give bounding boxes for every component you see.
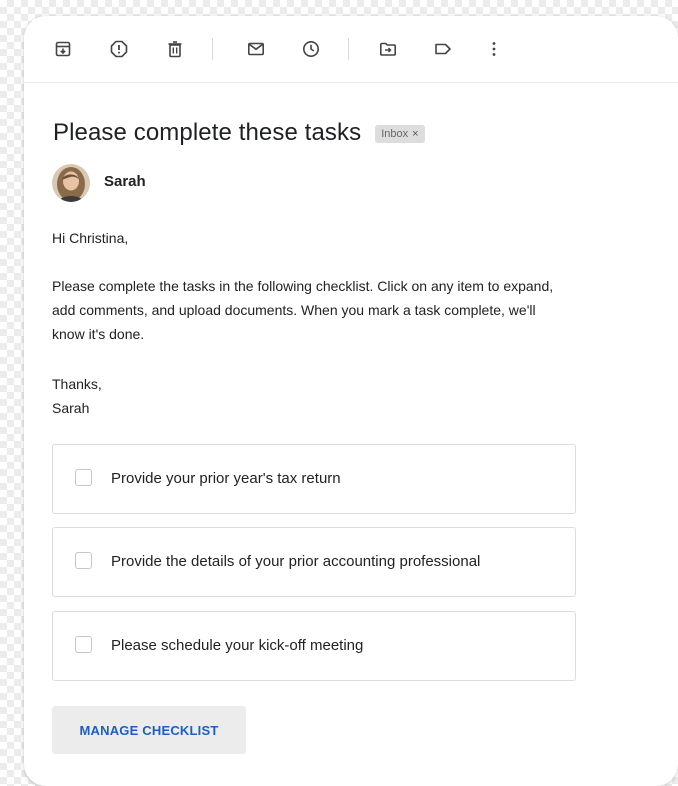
checklist-task[interactable]: Provide the details of your prior accoun… — [52, 527, 576, 597]
sender-avatar[interactable] — [52, 164, 90, 202]
move-to-icon[interactable] — [375, 36, 401, 62]
toolbar-divider — [348, 38, 349, 60]
email-body-line: know it's done. — [52, 326, 145, 342]
checklist-task[interactable]: Please schedule your kick-off meeting — [52, 611, 576, 681]
email-signoff: Thanks, — [52, 376, 102, 392]
email-body-line: Please complete the tasks in the followi… — [52, 278, 554, 294]
email-toolbar — [24, 16, 678, 83]
sender-name: Sarah — [104, 173, 146, 190]
inbox-label-text: Inbox — [381, 128, 409, 140]
inbox-label-chip[interactable]: Inbox × — [375, 125, 425, 143]
email-card: Please complete these tasks Inbox × Sara… — [24, 16, 678, 786]
delete-icon[interactable] — [162, 36, 188, 62]
task-label: Provide the details of your prior accoun… — [111, 553, 481, 570]
checklist-task[interactable]: Provide your prior year's tax return — [52, 444, 576, 514]
task-label: Please schedule your kick-off meeting — [111, 637, 364, 654]
email-body-line: add comments, and upload documents. When… — [52, 302, 536, 318]
label-icon[interactable] — [430, 36, 456, 62]
snooze-icon[interactable] — [298, 36, 324, 62]
archive-icon[interactable] — [50, 36, 76, 62]
email-signature: Sarah — [52, 400, 90, 416]
mark-unread-icon[interactable] — [243, 36, 269, 62]
task-checkbox[interactable] — [75, 552, 92, 569]
subject-row: Please complete these tasks Inbox × — [53, 116, 425, 150]
manage-checklist-button[interactable]: MANAGE CHECKLIST — [52, 706, 246, 754]
email-greeting: Hi Christina, — [52, 230, 129, 246]
task-label: Provide your prior year's tax return — [111, 470, 341, 487]
remove-label-icon[interactable]: × — [412, 128, 418, 140]
email-subject: Please complete these tasks — [53, 119, 362, 146]
task-checkbox[interactable] — [75, 636, 92, 653]
toolbar-divider — [212, 38, 213, 60]
more-options-icon[interactable] — [481, 36, 507, 62]
report-spam-icon[interactable] — [106, 36, 132, 62]
task-checkbox[interactable] — [75, 469, 92, 486]
